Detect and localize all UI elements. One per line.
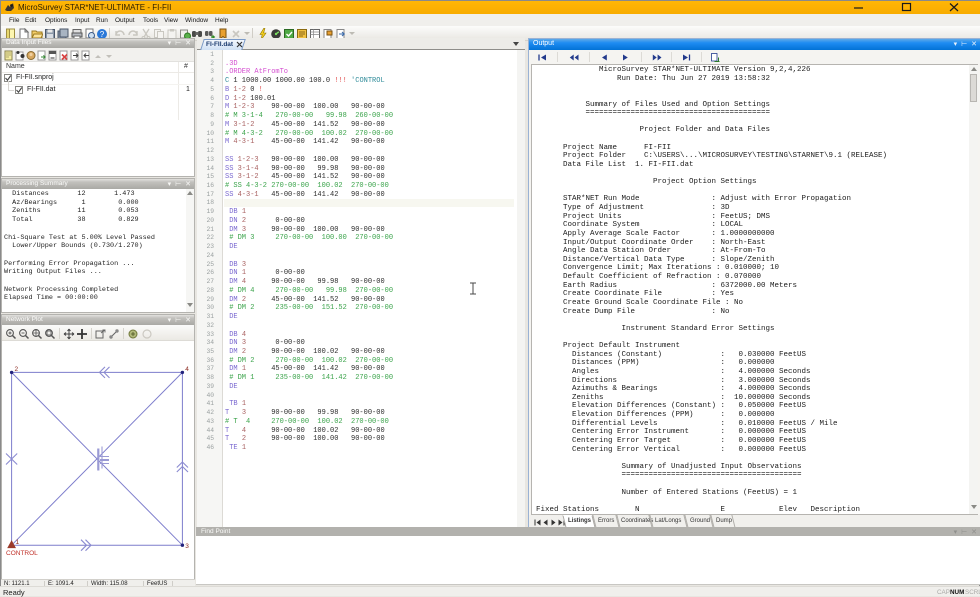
svg-text:2: 2	[15, 366, 19, 373]
svg-text:4: 4	[185, 366, 189, 373]
svg-text:1: 1	[16, 539, 20, 546]
svg-text:3: 3	[185, 543, 189, 550]
svg-text:CONTROL: CONTROL	[6, 550, 38, 557]
